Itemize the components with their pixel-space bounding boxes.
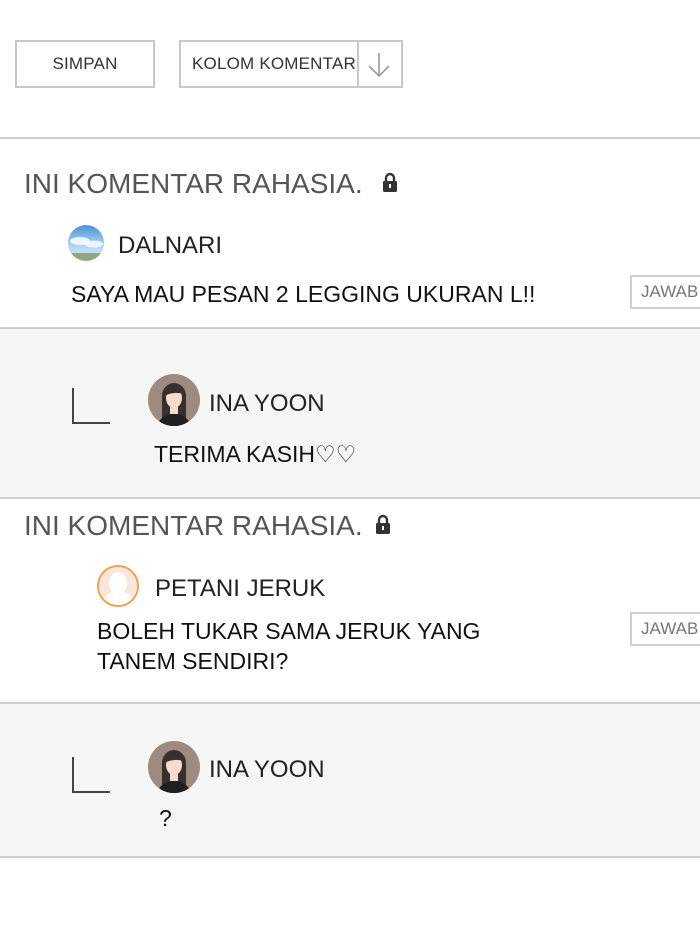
comment-column-button[interactable]: KOLOM KOMENTAR	[179, 40, 403, 88]
reply-text: TERIMA KASIH♡♡	[154, 441, 357, 467]
comment-author[interactable]: DALNARI	[118, 232, 222, 260]
comment-author[interactable]: PETANI JERUK	[155, 575, 325, 603]
lock-icon	[383, 172, 397, 192]
reply-author[interactable]: INA YOON	[209, 390, 325, 418]
avatar	[148, 741, 200, 793]
divider	[0, 137, 700, 139]
comment-text-line: TANEM SENDIRI?	[97, 648, 289, 674]
reply-elbow-icon	[72, 388, 110, 424]
avatar	[97, 565, 139, 607]
button-divider	[357, 42, 359, 86]
save-button[interactable]: SIMPAN	[15, 40, 155, 88]
divider	[0, 497, 700, 499]
comment-text: SAYA MAU PESAN 2 LEGGING UKURAN L!!	[71, 281, 536, 307]
reply-author[interactable]: INA YOON	[209, 756, 325, 784]
comment-column-label: KOLOM KOMENTAR	[192, 54, 357, 73]
reply-text: ?	[159, 805, 172, 831]
secret-comment-label: INI KOMENTAR RAHASIA.	[24, 510, 363, 541]
comment-text-line: BOLEH TUKAR SAMA JERUK YANG	[97, 618, 481, 644]
arrow-down-icon	[368, 53, 390, 78]
avatar	[148, 374, 200, 426]
divider	[0, 856, 700, 858]
reply-elbow-icon	[72, 757, 110, 793]
lock-icon	[376, 514, 390, 534]
secret-comment-label: INI KOMENTAR RAHASIA.	[24, 168, 363, 199]
avatar	[68, 225, 104, 261]
reply-button[interactable]: JAWAB	[630, 612, 700, 646]
reply-button[interactable]: JAWAB	[630, 275, 700, 309]
